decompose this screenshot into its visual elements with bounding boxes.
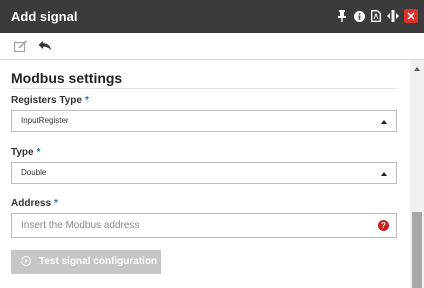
dialog-title: Add signal — [11, 9, 78, 24]
scrollbar-thumb[interactable] — [412, 212, 422, 288]
required-marker: * — [54, 198, 58, 209]
registers-type-value: InputRegister — [21, 116, 69, 125]
address-label: Address * — [11, 198, 58, 209]
dialog-toolbar — [0, 33, 424, 60]
address-field[interactable]: ? — [11, 213, 397, 238]
scroll-up-arrow-icon[interactable] — [414, 67, 420, 71]
type-value: Double — [21, 168, 47, 177]
type-label: Type * — [11, 147, 41, 158]
help-icon[interactable]: ? — [378, 220, 389, 231]
play-circle-icon — [21, 256, 31, 266]
titlebar-actions — [332, 8, 418, 24]
section-divider — [11, 88, 397, 89]
test-signal-configuration-button[interactable]: Test signal configuration — [11, 250, 161, 274]
test-button-label: Test signal configuration — [39, 256, 158, 267]
close-button[interactable] — [404, 9, 418, 23]
required-marker: * — [36, 147, 41, 158]
section-title: Modbus settings — [11, 70, 123, 86]
info-icon[interactable] — [352, 8, 366, 24]
registers-type-label: Registers Type * — [11, 95, 89, 106]
required-marker: * — [84, 95, 89, 106]
pdf-icon[interactable] — [369, 8, 383, 24]
type-label-text: Type — [11, 147, 34, 158]
address-label-text: Address — [11, 198, 52, 209]
undo-icon — [38, 41, 51, 51]
resize-icon[interactable] — [386, 8, 400, 24]
pin-icon[interactable] — [335, 8, 349, 24]
close-icon — [407, 12, 415, 20]
address-input[interactable] — [21, 218, 361, 233]
registers-type-label-text: Registers Type — [11, 95, 82, 106]
undo-button[interactable] — [38, 39, 54, 53]
form-panel: Modbus settings Registers Type * InputReg… — [0, 60, 410, 288]
caret-up-icon — [381, 120, 387, 124]
edit-icon — [14, 40, 27, 52]
vertical-scrollbar[interactable] — [410, 60, 424, 288]
registers-type-select[interactable]: InputRegister — [11, 110, 397, 132]
caret-up-icon — [381, 172, 387, 176]
type-select[interactable]: Double — [11, 162, 397, 184]
edit-button[interactable] — [14, 39, 30, 53]
dialog-titlebar: Add signal — [0, 0, 424, 33]
